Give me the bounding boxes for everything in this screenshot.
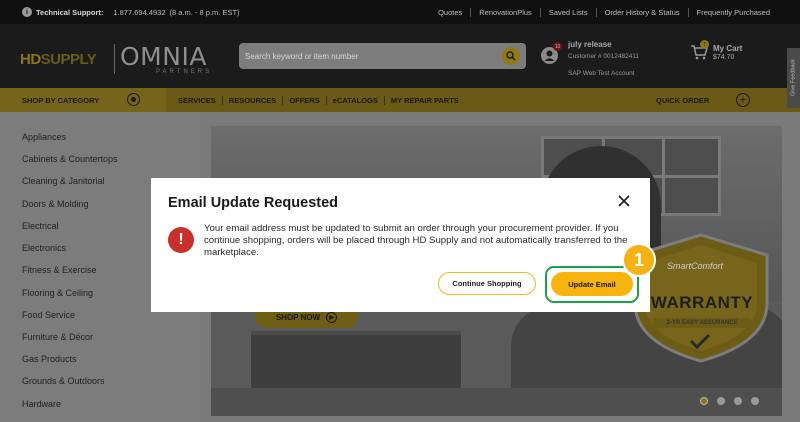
close-icon xyxy=(618,195,630,207)
cart-label: My Cart xyxy=(713,44,743,53)
carousel-dot[interactable] xyxy=(717,397,725,405)
support-phone[interactable]: 1.877.694.4932 xyxy=(113,8,165,17)
customer-number: Customer # 0012482411 xyxy=(568,53,640,60)
omnia-partners-text: PARTNERS xyxy=(156,69,213,75)
technical-support: i Technical Support: 1.877.694.4932 (8 a… xyxy=(22,7,240,17)
category-grounds-outdoors[interactable]: Grounds & Outdoors xyxy=(22,376,105,386)
category-gas-products[interactable]: Gas Products xyxy=(22,354,77,364)
cart-count-badge: 7 xyxy=(700,40,709,49)
hero-carousel-bar xyxy=(211,388,782,416)
site-header: HDSUPPLY OMNIA PARTNERS 10 july release … xyxy=(0,24,800,88)
shop-by-category-button[interactable]: SHOP BY CATEGORY xyxy=(0,88,166,112)
shop-by-category-label: SHOP BY CATEGORY xyxy=(22,96,100,105)
link-order-history[interactable]: Order History & Status xyxy=(595,8,688,17)
category-toggle-icon xyxy=(127,93,140,106)
search-bar xyxy=(239,43,526,69)
link-frequently-purchased[interactable]: Frequently Purchased xyxy=(687,8,778,17)
category-electronics[interactable]: Electronics xyxy=(22,243,66,253)
notification-badge: 10 xyxy=(553,42,562,51)
link-saved-lists[interactable]: Saved Lists xyxy=(539,8,596,17)
account-type: SAP Web Test Account xyxy=(568,70,635,77)
omnia-logo: OMNIA xyxy=(120,42,207,71)
nav-services[interactable]: SERVICES xyxy=(172,96,222,105)
search-button[interactable] xyxy=(502,47,520,65)
quick-order-link[interactable]: QUICK ORDER xyxy=(656,96,709,105)
search-icon xyxy=(506,51,516,61)
carousel-dot[interactable] xyxy=(700,397,708,405)
category-food-service[interactable]: Food Service xyxy=(22,310,75,320)
plus-circle-icon[interactable]: + xyxy=(736,93,750,107)
warranty-title: WARRANTY xyxy=(650,293,754,312)
link-renovationplus[interactable]: RenovationPlus xyxy=(470,8,540,17)
update-email-button[interactable]: Update Email xyxy=(551,272,633,296)
carousel-dot[interactable] xyxy=(751,397,759,405)
category-appliances[interactable]: Appliances xyxy=(22,132,66,142)
step-number-badge: 1 xyxy=(622,243,656,277)
category-electrical[interactable]: Electrical xyxy=(22,221,59,231)
support-label: Technical Support: xyxy=(36,7,104,17)
nav-my-repair-parts[interactable]: MY REPAIR PARTS xyxy=(383,96,465,105)
warranty-subtitle: 2-YR EASY ASSURANCE xyxy=(653,318,751,328)
modal-title: Email Update Requested xyxy=(168,195,339,211)
alert-icon: ! xyxy=(168,227,194,253)
top-bar: i Technical Support: 1.877.694.4932 (8 a… xyxy=(0,0,800,24)
carousel-dots xyxy=(700,397,759,405)
feedback-tab[interactable]: Give Feedback xyxy=(787,48,800,108)
category-cabinets-countertops[interactable]: Cabinets & Countertops xyxy=(22,154,118,164)
arrow-right-icon: ▶ xyxy=(326,311,338,323)
close-button[interactable] xyxy=(615,192,633,210)
utility-links: Quotes RenovationPlus Saved Lists Order … xyxy=(430,8,778,17)
nav-offers[interactable]: OFFERS xyxy=(282,96,325,105)
cart-total: $74.70 xyxy=(713,54,735,61)
category-doors-molding[interactable]: Doors & Molding xyxy=(22,199,89,209)
main-nav: SHOP BY CATEGORY SERVICES RESOURCES OFFE… xyxy=(0,88,800,112)
info-icon: i xyxy=(22,7,32,17)
modal-message: Your email address must be updated to su… xyxy=(204,223,628,258)
nav-resources[interactable]: RESOURCES xyxy=(221,96,283,105)
link-quotes[interactable]: Quotes xyxy=(430,8,470,17)
logo-divider xyxy=(114,44,115,74)
category-cleaning-janitorial[interactable]: Cleaning & Janitorial xyxy=(22,176,105,186)
smartcomfort-logo: SmartComfort xyxy=(667,261,724,271)
category-hardware[interactable]: Hardware xyxy=(22,399,61,409)
account-name: july release xyxy=(568,40,612,49)
nav-links: SERVICES RESOURCES OFFERS eCATALOGS MY R… xyxy=(172,96,465,105)
nav-ecatalogs[interactable]: eCATALOGS xyxy=(325,96,384,105)
support-hours: (8 a.m. - 8 p.m. EST) xyxy=(169,7,240,17)
category-fitness-exercise[interactable]: Fitness & Exercise xyxy=(22,265,97,275)
shop-now-label: SHOP NOW xyxy=(275,312,321,322)
category-furniture-decor[interactable]: Furniture & Décor xyxy=(22,332,93,342)
search-input[interactable] xyxy=(245,48,485,64)
carousel-dot[interactable] xyxy=(734,397,742,405)
category-flooring-ceiling[interactable]: Flooring & Ceiling xyxy=(22,288,93,298)
continue-shopping-button[interactable]: Continue Shopping xyxy=(438,272,536,295)
hd-supply-logo[interactable]: HDSUPPLY xyxy=(20,51,97,68)
